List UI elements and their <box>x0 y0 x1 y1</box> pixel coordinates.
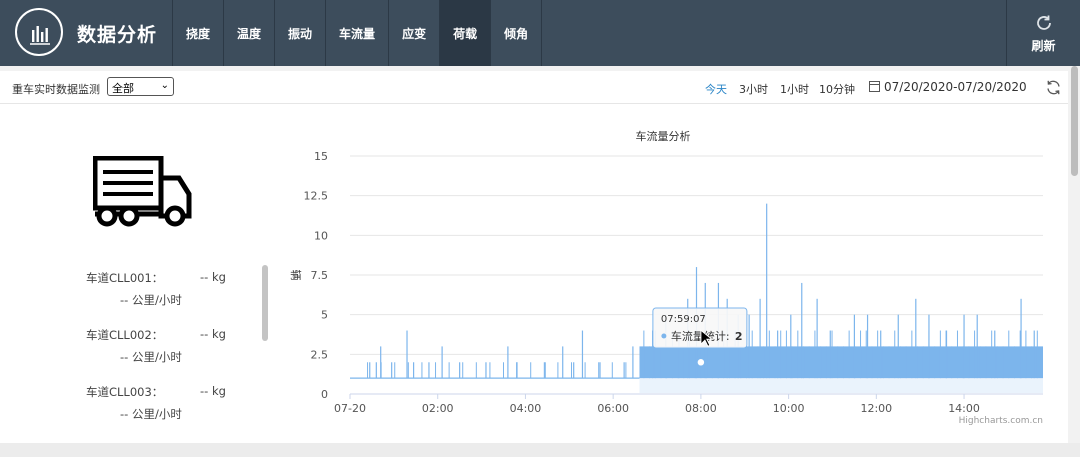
nav-tab-traffic-flow[interactable]: 车流量 <box>325 0 388 66</box>
lane-2-name: 车道CLL002： <box>86 328 164 342</box>
bar-chart-logo-icon <box>15 8 63 56</box>
chart-credits: Highcharts.com.cn <box>959 416 1043 426</box>
tooltip-series-label: 车流量统计: <box>671 329 730 343</box>
x-tick-label: 07-20 <box>334 402 366 415</box>
range-today-button[interactable]: 今天 <box>705 81 727 97</box>
nav-tab-strain[interactable]: 应变 <box>388 0 439 66</box>
x-tick-label: 02:00 <box>422 402 454 415</box>
x-tick-label: 08:00 <box>685 402 717 415</box>
y-tick-label: 15 <box>314 150 328 163</box>
main-nav: 挠度 温度 振动 车流量 应变 荷载 倾角 <box>172 0 543 66</box>
chart-y-axis-label: 辆 <box>289 270 303 281</box>
refresh-button[interactable]: 刷新 <box>1006 0 1080 66</box>
y-tick-label: 2.5 <box>311 348 329 361</box>
truck-icon <box>93 156 192 227</box>
filter-toolbar: 重车实时数据监测 全部 ⌄ 今天 3小时 1小时 10分钟 07/20/2020… <box>0 71 1068 104</box>
lane-3-speed: -- 公里/小时 <box>120 407 182 421</box>
nav-tab-temperature[interactable]: 温度 <box>223 0 274 66</box>
x-tick-label: 10:00 <box>773 402 805 415</box>
y-tick-label: 12.5 <box>304 190 329 203</box>
sync-icon[interactable] <box>1045 79 1062 96</box>
chevron-down-icon: ⌄ <box>160 80 169 91</box>
x-tick-label: 12:00 <box>860 402 892 415</box>
series-area-fill <box>639 378 1043 393</box>
chart-title: 车流量分析 <box>636 129 691 143</box>
app-title: 数据分析 <box>77 24 158 46</box>
nav-tab-inclination[interactable]: 倾角 <box>490 0 543 66</box>
range-10min-button[interactable]: 10分钟 <box>819 81 855 97</box>
hover-point-marker <box>696 357 706 368</box>
lane-1-weight: -- kg <box>200 270 226 284</box>
filter-select[interactable]: 全部 ⌄ <box>107 77 174 96</box>
filter-select-value: 全部 <box>112 82 134 95</box>
main-panel: 重车实时数据监测 全部 ⌄ 今天 3小时 1小时 10分钟 07/20/2020… <box>0 71 1068 443</box>
refresh-label: 刷新 <box>1031 38 1056 53</box>
filter-label: 重车实时数据监测 <box>12 83 100 96</box>
traffic-flow-chart[interactable]: 车流量分析辆 0 2.5 5 7.5 10 12.5 15 07-20 02:00 04:00 06:… <box>280 123 1050 443</box>
tooltip-series-dot <box>661 333 667 339</box>
top-navigation-bar: 数据分析 挠度 温度 振动 车流量 应变 荷载 倾角 刷新 <box>0 0 1080 66</box>
nav-tab-deflection[interactable]: 挠度 <box>172 0 223 66</box>
range-3h-button[interactable]: 3小时 <box>739 81 768 97</box>
nav-tab-vibration[interactable]: 振动 <box>274 0 325 66</box>
page-scrollbar-thumb[interactable] <box>1071 66 1078 176</box>
bottom-strip <box>0 443 1080 457</box>
calendar-icon <box>869 81 880 92</box>
date-range-text: 07/20/2020-07/20/2020 <box>884 80 1027 94</box>
tooltip-value: 2 <box>735 330 743 343</box>
nav-tab-load[interactable]: 荷载 <box>439 0 491 66</box>
y-tick-label: 7.5 <box>311 269 329 282</box>
range-1h-button[interactable]: 1小时 <box>780 81 809 97</box>
tooltip-time: 07:59:07 <box>661 314 706 325</box>
lane-3-name: 车道CLL003： <box>86 385 164 399</box>
lane-2-weight: -- kg <box>200 327 226 341</box>
lane-list-scrollbar-thumb[interactable] <box>262 265 268 341</box>
lane-2-speed: -- 公里/小时 <box>120 350 182 364</box>
y-tick-label: 5 <box>321 309 328 322</box>
y-tick-label: 10 <box>314 229 328 242</box>
lane-3-weight: -- kg <box>200 384 226 398</box>
refresh-icon <box>1036 15 1051 30</box>
lane-1-speed: -- 公里/小时 <box>120 293 182 307</box>
date-range-picker[interactable]: 07/20/2020-07/20/2020 <box>869 80 1027 94</box>
x-tick-label: 04:00 <box>510 402 542 415</box>
y-tick-label: 0 <box>321 388 328 401</box>
lane-1-name: 车道CLL001： <box>86 271 164 285</box>
x-tick-label: 06:00 <box>597 402 629 415</box>
x-tick-label: 14:00 <box>948 402 980 415</box>
